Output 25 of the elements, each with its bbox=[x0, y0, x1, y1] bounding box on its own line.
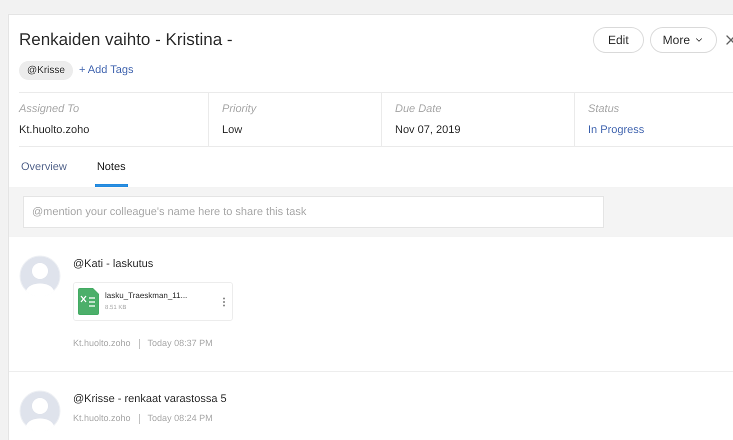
more-button[interactable]: More bbox=[650, 27, 717, 53]
field-label: Due Date bbox=[395, 102, 442, 117]
comment-field[interactable]: @mention your colleague's name here to share this task bbox=[23, 196, 604, 228]
note-author: Kt.huolto.zoho bbox=[73, 412, 131, 425]
task-title: Renkaiden vaihto - Kristina - bbox=[19, 29, 233, 52]
tab[interactable]: Overview bbox=[19, 159, 69, 186]
note-text: @Krisse - renkaat varastossa 5 bbox=[73, 392, 227, 406]
tag[interactable]: @Krisse bbox=[19, 61, 73, 80]
field-value: Nov 07, 2019 bbox=[395, 122, 462, 138]
field-label: Status bbox=[588, 102, 620, 117]
file-name: lasku_Traeskman_11... bbox=[105, 290, 188, 302]
avatar-icon bbox=[19, 254, 61, 296]
edit-button[interactable]: Edit bbox=[592, 27, 644, 53]
field-value: Low bbox=[222, 122, 244, 138]
add-tags-link[interactable]: + Add Tags bbox=[78, 62, 134, 79]
spreadsheet-icon bbox=[78, 288, 99, 315]
avatar-icon bbox=[19, 390, 61, 432]
note-time: Today 08:24 PM bbox=[148, 412, 213, 425]
field-label: Assigned To bbox=[19, 102, 80, 117]
note-text: @Kati - laskutus bbox=[73, 256, 154, 272]
note-author: Kt.huolto.zoho bbox=[73, 337, 131, 350]
field-label: Priority bbox=[222, 102, 258, 117]
field-value: Kt.huolto.zoho bbox=[19, 122, 90, 138]
note-time: Today 08:37 PM bbox=[148, 337, 213, 350]
field-value: In Progress bbox=[588, 122, 646, 138]
